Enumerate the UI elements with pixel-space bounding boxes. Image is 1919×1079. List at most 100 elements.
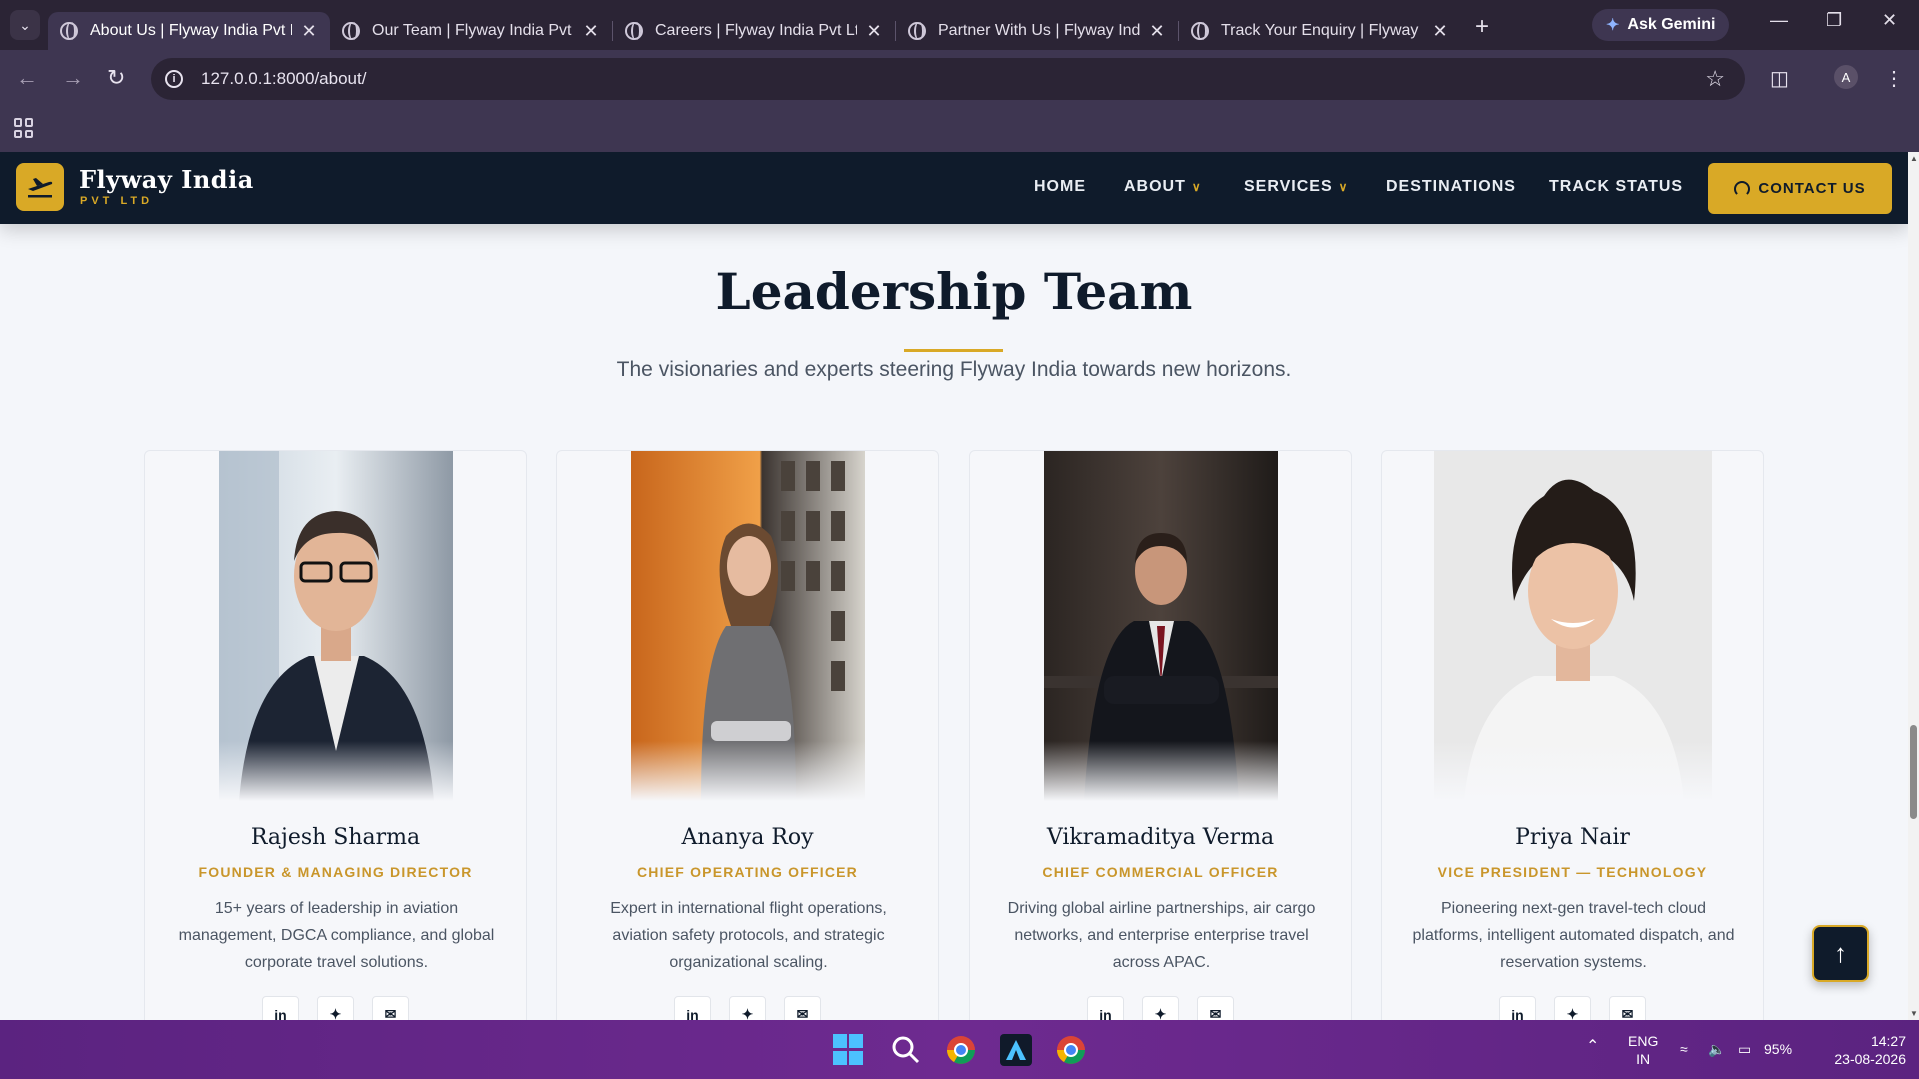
linkedin-icon[interactable]: in bbox=[1087, 996, 1124, 1020]
contact-us-button[interactable]: CONTACT US bbox=[1708, 163, 1892, 214]
tab-title: Careers | Flyway India Pvt Ltd bbox=[655, 22, 857, 39]
profile-avatar[interactable]: A bbox=[1834, 65, 1858, 89]
section-subtitle: The visionaries and experts steering Fly… bbox=[616, 358, 1292, 381]
member-bio: Pioneering next-gen travel-tech cloud pl… bbox=[1412, 900, 1735, 971]
app-a-icon[interactable] bbox=[1000, 1034, 1032, 1066]
close-icon[interactable]: ✕ bbox=[1431, 21, 1449, 42]
back-to-top-button[interactable]: ↑ bbox=[1812, 925, 1869, 982]
team-card: Ananya Roy CHIEF OPERATING OFFICER Exper… bbox=[556, 450, 939, 1020]
team-card: Rajesh Sharma FOUNDER & MANAGING DIRECTO… bbox=[144, 450, 527, 1020]
linkedin-icon[interactable]: in bbox=[674, 996, 711, 1020]
scroll-up-icon[interactable]: ▲ bbox=[1910, 154, 1918, 163]
nav-destinations[interactable]: DESTINATIONS bbox=[1386, 178, 1516, 196]
twitter-icon[interactable]: ✦ bbox=[1554, 996, 1591, 1020]
nav-about[interactable]: ABOUT ∨ bbox=[1124, 178, 1202, 196]
clock[interactable]: 14:27 23-08-2026 bbox=[1816, 1032, 1906, 1068]
gemini-label: Ask Gemini bbox=[1627, 16, 1716, 33]
nav-about-label: ABOUT bbox=[1124, 178, 1186, 195]
windows-taskbar: ⌃ ENG IN ≈ 🔈 ▭ 95% 14:27 23-08-2026 bbox=[0, 1020, 1919, 1079]
back-button[interactable]: ← bbox=[16, 65, 38, 91]
chrome-active-icon[interactable] bbox=[1055, 1034, 1087, 1066]
page-viewport: Flyway India PVT LTD HOME ABOUT ∨ SERVICE… bbox=[0, 152, 1919, 1020]
page-scrollbar[interactable]: ▲ ▼ bbox=[1908, 152, 1919, 1020]
twitter-icon[interactable]: ✦ bbox=[729, 996, 766, 1020]
social-links: in ✦ ✉ bbox=[970, 996, 1351, 1020]
bookmark-star-icon[interactable]: ☆ bbox=[1705, 66, 1725, 92]
minimize-button[interactable]: — bbox=[1770, 10, 1788, 31]
contact-us-label: CONTACT US bbox=[1758, 180, 1866, 197]
wifi-icon[interactable]: ≈ bbox=[1680, 1040, 1688, 1058]
globe-icon bbox=[342, 22, 360, 40]
globe-icon bbox=[60, 22, 78, 40]
nav-home[interactable]: HOME bbox=[1034, 178, 1086, 196]
search-icon[interactable] bbox=[890, 1034, 922, 1066]
email-icon[interactable]: ✉ bbox=[1197, 996, 1234, 1020]
nav-services[interactable]: SERVICES ∨ bbox=[1244, 178, 1348, 196]
scroll-down-icon[interactable]: ▼ bbox=[1910, 1009, 1918, 1018]
member-bio: Driving global airline partnerships, air… bbox=[1007, 900, 1316, 971]
close-icon[interactable]: ✕ bbox=[300, 21, 318, 42]
globe-icon bbox=[625, 22, 643, 40]
twitter-icon[interactable]: ✦ bbox=[317, 996, 354, 1020]
nav-services-label: SERVICES bbox=[1244, 178, 1333, 195]
tab-title: Our Team | Flyway India Pvt Ltd bbox=[372, 22, 574, 39]
windows-start-icon[interactable] bbox=[833, 1034, 865, 1066]
headset-icon bbox=[1734, 180, 1751, 197]
ask-gemini-button[interactable]: ✦ Ask Gemini bbox=[1592, 9, 1730, 41]
restore-button[interactable]: ❐ bbox=[1826, 10, 1842, 31]
forward-button[interactable]: → bbox=[62, 65, 84, 91]
member-name: Ananya Roy bbox=[681, 825, 814, 850]
close-window-button[interactable]: ✕ bbox=[1882, 10, 1897, 31]
extensions-icon[interactable]: ◫ bbox=[1770, 66, 1789, 91]
chevron-up-icon[interactable]: ⌃ bbox=[1586, 1038, 1599, 1056]
volume-icon[interactable]: 🔈 bbox=[1708, 1040, 1725, 1058]
brand-tagline: PVT LTD bbox=[80, 195, 154, 207]
new-tab-button[interactable]: + bbox=[1475, 13, 1489, 41]
member-bio: Expert in international flight operation… bbox=[610, 900, 887, 971]
tab-partner[interactable]: Partner With Us | Flyway India ✕ bbox=[896, 12, 1178, 50]
email-icon[interactable]: ✉ bbox=[1609, 996, 1646, 1020]
email-icon[interactable]: ✉ bbox=[372, 996, 409, 1020]
linkedin-icon[interactable]: in bbox=[1499, 996, 1536, 1020]
chevron-down-icon: ∨ bbox=[1338, 180, 1349, 194]
linkedin-icon[interactable]: in bbox=[262, 996, 299, 1020]
member-name: Rajesh Sharma bbox=[250, 825, 421, 850]
member-role: VICE PRESIDENT — TECHNOLOGY bbox=[1437, 864, 1708, 880]
address-bar[interactable]: i 127.0.0.1:8000/about/ ☆ bbox=[151, 58, 1745, 100]
language-indicator[interactable]: ENG IN bbox=[1628, 1032, 1658, 1068]
language-code: ENG bbox=[1628, 1033, 1659, 1049]
title-divider bbox=[904, 349, 1003, 352]
twitter-icon[interactable]: ✦ bbox=[1142, 996, 1179, 1020]
brand-name[interactable]: Flyway India bbox=[79, 165, 254, 194]
member-bio: 15+ years of leadership in aviation mana… bbox=[178, 900, 495, 971]
airplane-logo-icon[interactable] bbox=[16, 163, 64, 211]
globe-icon bbox=[908, 22, 926, 40]
team-card: Vikramaditya Verma CHIEF COMMERCIAL OFFI… bbox=[969, 450, 1352, 1020]
globe-icon bbox=[1191, 22, 1209, 40]
tab-search-button[interactable]: ⌄ bbox=[10, 10, 40, 40]
reload-button[interactable]: ↻ bbox=[107, 65, 125, 91]
tab-about-us[interactable]: About Us | Flyway India Pvt Ltd ✕ bbox=[48, 12, 330, 50]
gemini-icon: ✦ bbox=[1606, 17, 1620, 34]
nav-track-status[interactable]: TRACK STATUS bbox=[1549, 178, 1683, 196]
close-icon[interactable]: ✕ bbox=[865, 21, 883, 42]
apps-grid-icon[interactable] bbox=[14, 118, 34, 138]
member-role: CHIEF COMMERCIAL OFFICER bbox=[1042, 864, 1279, 880]
close-icon[interactable]: ✕ bbox=[1148, 21, 1166, 42]
site-info-icon[interactable]: i bbox=[165, 70, 183, 88]
member-photo bbox=[219, 451, 453, 801]
close-icon[interactable]: ✕ bbox=[582, 21, 600, 42]
section-title: Leadership Team bbox=[715, 262, 1193, 321]
battery-icon[interactable]: ▭ bbox=[1738, 1040, 1751, 1058]
chrome-icon[interactable] bbox=[945, 1034, 977, 1066]
scrollbar-thumb[interactable] bbox=[1910, 725, 1917, 819]
social-links: in ✦ ✉ bbox=[557, 996, 938, 1020]
browser-menu-icon[interactable]: ⋮ bbox=[1884, 66, 1904, 91]
tab-track-enquiry[interactable]: Track Your Enquiry | Flyway India ✕ bbox=[1179, 12, 1461, 50]
member-photo bbox=[631, 451, 865, 801]
tab-our-team[interactable]: Our Team | Flyway India Pvt Ltd ✕ bbox=[330, 12, 612, 50]
social-links: in ✦ ✉ bbox=[1382, 996, 1763, 1020]
email-icon[interactable]: ✉ bbox=[784, 996, 821, 1020]
tab-careers[interactable]: Careers | Flyway India Pvt Ltd ✕ bbox=[613, 12, 895, 50]
tab-title: About Us | Flyway India Pvt Ltd bbox=[90, 22, 292, 39]
